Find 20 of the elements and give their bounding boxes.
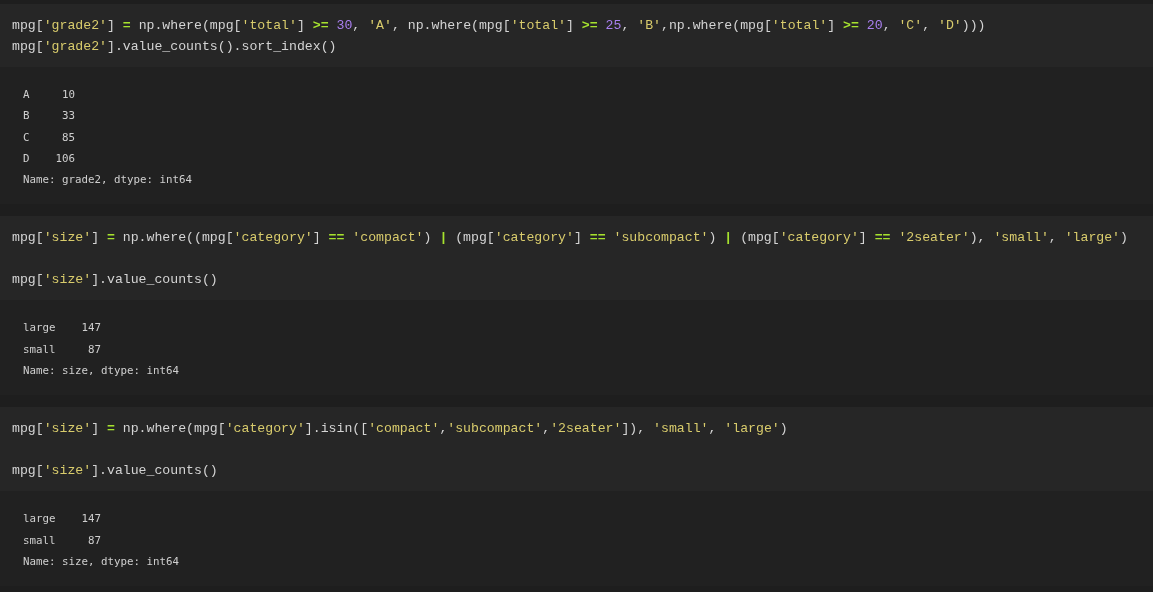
output-line: small 87 <box>23 532 101 549</box>
code-input[interactable]: mpg['size'] = np.where(mpg['category'].isin(['compact','subcompact','2seater']), 'small', 'large') mpg['size'].value_counts() <box>0 407 1153 492</box>
output-line: large 147 <box>23 511 101 528</box>
output-line: C 85 <box>23 129 75 146</box>
output-line: large 147 <box>23 320 101 337</box>
code-line: mpg['size'] = np.where(mpg['category'].isin(['compact','subcompact','2seater']), 'small', 'large') <box>12 420 788 439</box>
output-line: A 10 <box>23 87 75 103</box>
output-line: Name: grade2, dtype: int64 <box>23 172 192 189</box>
output-line: small 87 <box>23 341 101 358</box>
output-line: Name: size, dtype: int64 <box>23 553 179 570</box>
code-line: mpg['grade2'] = np.where(mpg['total'] >= 30, 'A', np.where(mpg['total'] >= 25, 'B',np.where(mpg['total'] >= 20, 'C', 'D'))) <box>12 17 986 35</box>
code-line: mpg['size'].value_counts() <box>12 462 218 481</box>
output-line: B 33 <box>23 108 75 125</box>
output-line: Name: size, dtype: int64 <box>23 363 179 380</box>
code-input[interactable]: mpg['size'] = np.where((mpg['category'] == 'compact') | (mpg['category'] == 'subcompact') | (mpg['category'] == '2seater'), 'small', 'large') mpg['size'].value_counts() <box>0 216 1153 301</box>
code-line: mpg['size'] = np.where((mpg['category'] == 'compact') | (mpg['category'] == 'subcompact') | (mpg['category'] == '2seater'), 'small', 'large') <box>12 229 1128 248</box>
code-input[interactable]: mpg['grade2'] = np.where(mpg['total'] >= 30, 'A', np.where(mpg['total'] >= 25, 'B',np.where(mpg['total'] >= 20, 'C', 'D'))) mpg['grade2'].value_counts().sort_index() <box>0 4 1153 67</box>
code-line: mpg['grade2'].value_counts().sort_index() <box>12 38 337 56</box>
output-line: D 106 <box>23 150 75 167</box>
code-line: mpg['size'].value_counts() <box>12 271 218 290</box>
